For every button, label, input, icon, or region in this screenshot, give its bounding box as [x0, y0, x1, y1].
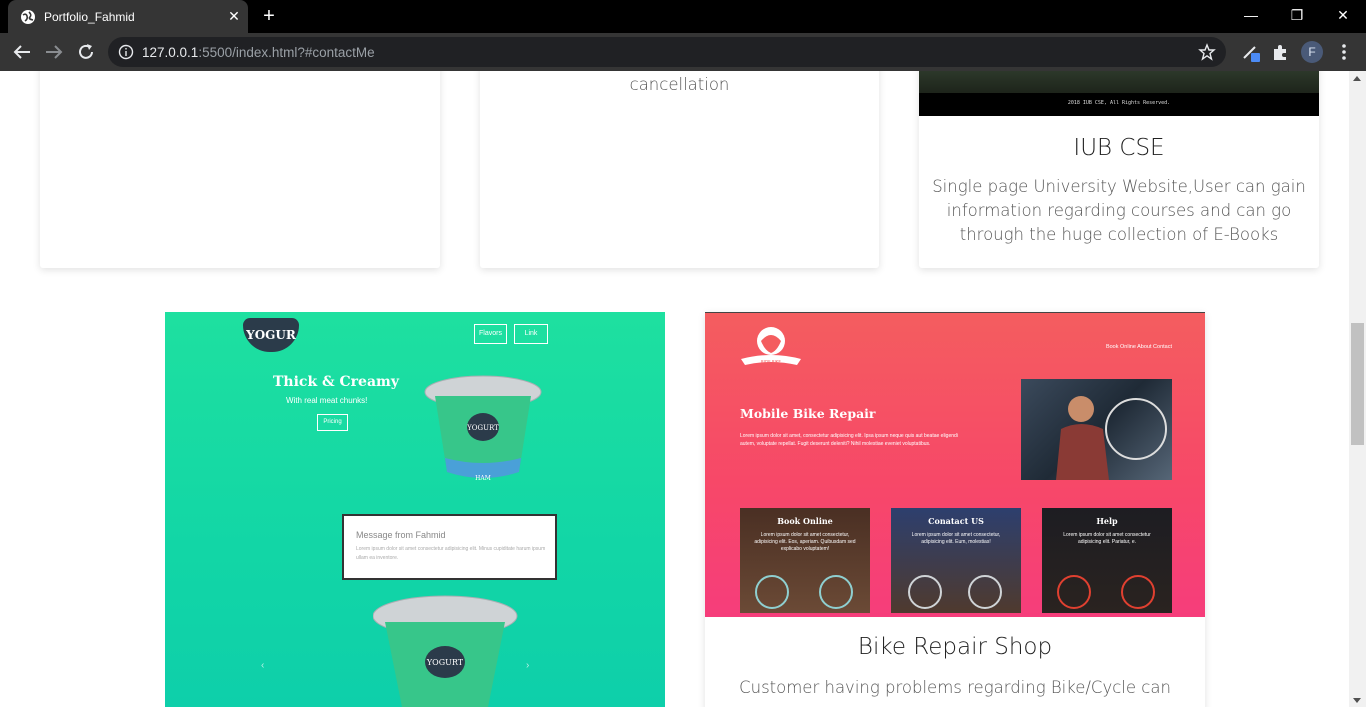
- service-tile: Book Online Lorem ipsum dolor sit amet c…: [740, 508, 870, 613]
- message-box: Message from Fahmid Lorem ipsum dolor si…: [342, 514, 557, 580]
- project-title: Bike Repair Shop: [857, 634, 1053, 660]
- yogurt-subheading: With real meat chunks!: [286, 396, 368, 405]
- project-description: Single page University Website,User can …: [932, 177, 1306, 244]
- page-scrollbar[interactable]: [1349, 71, 1366, 707]
- screenshot-footer: 2018 IUB CSE, All Rights Reserved.: [919, 93, 1319, 116]
- more-menu-icon[interactable]: [1334, 42, 1354, 62]
- bike-heading: Mobile Bike Repair: [740, 406, 876, 421]
- service-text: Lorem ipsum dolor sit amet consectetur, …: [911, 532, 1001, 545]
- scroll-down-icon[interactable]: [1353, 698, 1361, 703]
- extensions-puzzle-icon[interactable]: [1270, 42, 1290, 62]
- project-card: cancellation: [480, 71, 879, 268]
- service-title: Book Online: [777, 516, 833, 526]
- carousel-next-icon: ›: [526, 660, 530, 671]
- project-description: Customer having problems regarding Bike/…: [739, 678, 1171, 697]
- service-title: Help: [1096, 516, 1118, 526]
- bike-brand: RIDE BIKE: [761, 360, 781, 365]
- bookmark-star-icon[interactable]: [1198, 43, 1216, 61]
- address-bar[interactable]: 127.0.0.1:5500/index.html?#contactMe: [108, 37, 1226, 67]
- forward-arrow-icon[interactable]: [42, 40, 66, 64]
- browser-tab-strip: Portfolio_Fahmid ✕ + — ❐ ✕: [0, 0, 1366, 33]
- yogurt-cup-sublabel: HAM: [475, 475, 491, 482]
- service-tile: Help Lorem ipsum dolor sit amet consecte…: [1042, 508, 1172, 613]
- info-icon[interactable]: [118, 44, 134, 60]
- message-title: Message from Fahmid: [356, 530, 446, 540]
- reload-icon[interactable]: [74, 40, 98, 64]
- service-text: Lorem ipsum dolor sit amet consectetur a…: [1063, 532, 1151, 545]
- tab-title: Portfolio_Fahmid: [44, 10, 135, 24]
- project-card-iub-cse: 2018 IUB CSE, All Rights Reserved. IUB C…: [919, 71, 1319, 268]
- yogurt-cup-label: YOGURT: [466, 424, 499, 432]
- new-tab-button[interactable]: +: [258, 6, 280, 28]
- yogurt-cup-image: YOGURT: [373, 595, 518, 707]
- minimize-button[interactable]: —: [1228, 0, 1274, 33]
- project-card: [40, 71, 440, 268]
- url-text[interactable]: 127.0.0.1:5500/index.html?#contactMe: [142, 45, 375, 60]
- yogurt-nav-link: Link: [514, 324, 548, 344]
- project-description: cancellation: [629, 75, 730, 94]
- globe-icon: [21, 10, 35, 24]
- back-arrow-icon[interactable]: [10, 40, 34, 64]
- extension-pen-icon[interactable]: [1241, 42, 1261, 62]
- page-viewport: cancellation 2018 IUB CSE, All Rights Re…: [0, 71, 1349, 707]
- message-body: Lorem ipsum dolor sit amet consectetur a…: [356, 546, 546, 561]
- project-screenshot-bike[interactable]: RIDE BIKE Book Online About Contact Mobi…: [705, 312, 1205, 617]
- yogurt-heading: Thick & Creamy: [273, 374, 399, 390]
- restore-button[interactable]: ❐: [1274, 0, 1320, 33]
- lion-logo-icon: RIDE BIKE: [741, 327, 801, 365]
- close-window-button[interactable]: ✕: [1320, 0, 1366, 33]
- project-screenshot-yogurt[interactable]: YOGUR Flavors Link Thick & Creamy With r…: [165, 312, 665, 707]
- project-title: IUB CSE: [1073, 135, 1165, 161]
- scrollbar-thumb[interactable]: [1351, 323, 1364, 445]
- carousel-prev-icon: ‹: [261, 660, 265, 671]
- bike-nav: Book Online About Contact: [1105, 344, 1172, 350]
- service-text: Lorem ipsum dolor sit amet consectetur, …: [754, 532, 856, 552]
- scroll-up-icon[interactable]: [1353, 76, 1361, 81]
- bike-intro-text: Lorem ipsum dolor sit amet, consectetur …: [740, 433, 958, 447]
- project-screenshot: 2018 IUB CSE, All Rights Reserved.: [919, 71, 1319, 116]
- service-tile: Conatact US Lorem ipsum dolor sit amet c…: [891, 508, 1021, 613]
- browser-tab[interactable]: Portfolio_Fahmid ✕: [8, 0, 248, 33]
- browser-toolbar: 127.0.0.1:5500/index.html?#contactMe F: [0, 33, 1366, 71]
- service-title: Conatact US: [928, 516, 984, 526]
- yogurt-logo: YOGUR: [243, 318, 299, 352]
- yogurt-cup-image: YOGURT HAM: [424, 375, 542, 482]
- yogurt-pricing-button: Pricing: [317, 414, 348, 431]
- yogurt-nav-flavors: Flavors: [474, 324, 507, 344]
- mechanic-photo: [1021, 379, 1172, 480]
- yogurt-cup-label: YOGURT: [426, 658, 464, 667]
- profile-avatar[interactable]: F: [1301, 41, 1323, 63]
- tab-close-icon[interactable]: ✕: [226, 8, 242, 24]
